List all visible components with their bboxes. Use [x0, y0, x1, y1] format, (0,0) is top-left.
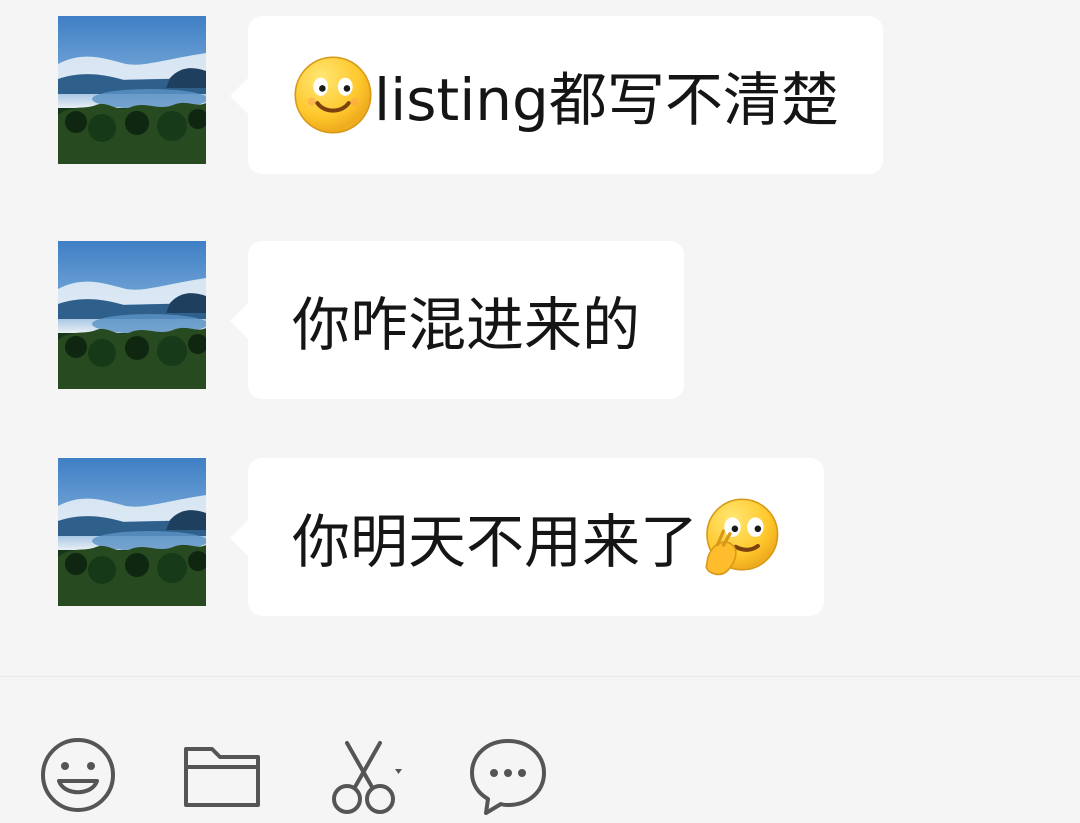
landscape-avatar-icon: [58, 458, 206, 606]
scissors-icon: [332, 741, 402, 814]
screenshot-button[interactable]: [322, 729, 414, 821]
chat-toolbar: [0, 676, 1080, 823]
avatar[interactable]: [58, 241, 206, 389]
folder-button[interactable]: [176, 729, 268, 821]
message-text: 你咋混进来的: [292, 291, 641, 359]
message-bubble[interactable]: 你咋混进来的: [229, 241, 685, 399]
message-text: 你明天不用来了: [292, 508, 699, 576]
folder-icon: [184, 747, 260, 807]
emoji-button[interactable]: [32, 729, 124, 821]
message-text: listing都写不清楚: [374, 66, 839, 134]
smile-emoji-icon: [292, 54, 374, 136]
chat-message-area: listing都写不清楚 你咋混进来的 你明天不用来了: [0, 0, 1080, 676]
avatar[interactable]: [58, 458, 206, 606]
avatar[interactable]: [58, 16, 206, 164]
landscape-avatar-icon: [58, 241, 206, 389]
chat-icon: [470, 739, 546, 815]
emoji-icon: [41, 738, 115, 812]
chat-button[interactable]: [462, 729, 554, 821]
thinking-emoji-icon: [698, 496, 780, 578]
landscape-avatar-icon: [58, 16, 206, 164]
message-bubble[interactable]: listing都写不清楚: [230, 16, 883, 174]
message-bubble[interactable]: 你明天不用来了: [229, 458, 825, 616]
